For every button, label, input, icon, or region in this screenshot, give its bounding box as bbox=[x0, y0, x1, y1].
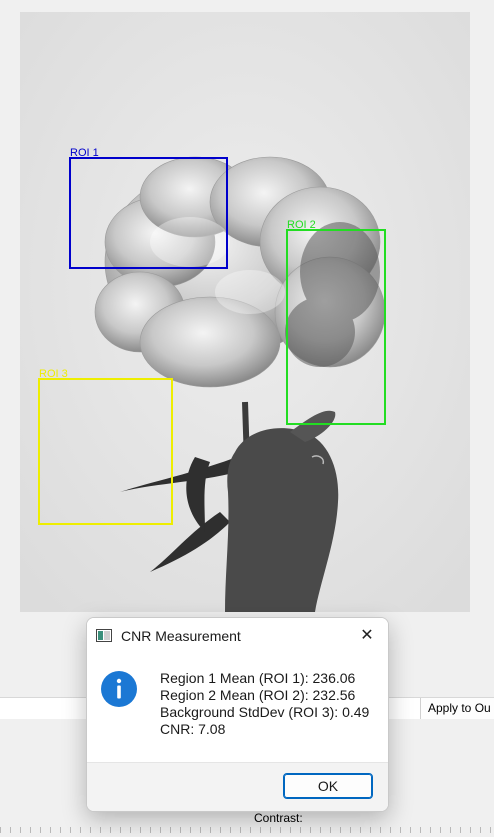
roi-1-box[interactable] bbox=[69, 157, 228, 269]
background-stddev-text: Background StdDev (ROI 3): 0.49 bbox=[160, 704, 370, 720]
close-icon[interactable]: ✕ bbox=[353, 624, 381, 648]
dialog-message: Region 1 Mean (ROI 1): 236.06 Region 2 M… bbox=[160, 670, 369, 738]
image-canvas-area: ROI 1 ROI 2 ROI 3 bbox=[0, 0, 494, 697]
contrast-label: Contrast: bbox=[250, 811, 307, 825]
cnr-measurement-dialog: CNR Measurement ✕ Region 1 Mean (ROI 1):… bbox=[86, 617, 389, 812]
contrast-slider[interactable] bbox=[0, 823, 494, 835]
roi-2-box[interactable] bbox=[286, 229, 386, 425]
roi-3-box[interactable] bbox=[38, 378, 173, 525]
dialog-footer: OK bbox=[87, 762, 388, 811]
dialog-title: CNR Measurement bbox=[121, 628, 241, 644]
app-window-icon bbox=[96, 629, 112, 642]
ok-button[interactable]: OK bbox=[283, 773, 373, 799]
dialog-title-bar[interactable]: CNR Measurement ✕ bbox=[87, 618, 388, 654]
dialog-body: Region 1 Mean (ROI 1): 236.06 Region 2 M… bbox=[87, 654, 388, 762]
region-1-mean-text: Region 1 Mean (ROI 1): 236.06 bbox=[160, 670, 356, 686]
info-icon bbox=[101, 671, 137, 707]
apply-to-output-button[interactable]: Apply to Ou bbox=[420, 698, 494, 719]
region-2-mean-text: Region 2 Mean (ROI 2): 232.56 bbox=[160, 687, 356, 703]
cnr-value-text: CNR: 7.08 bbox=[160, 721, 226, 737]
